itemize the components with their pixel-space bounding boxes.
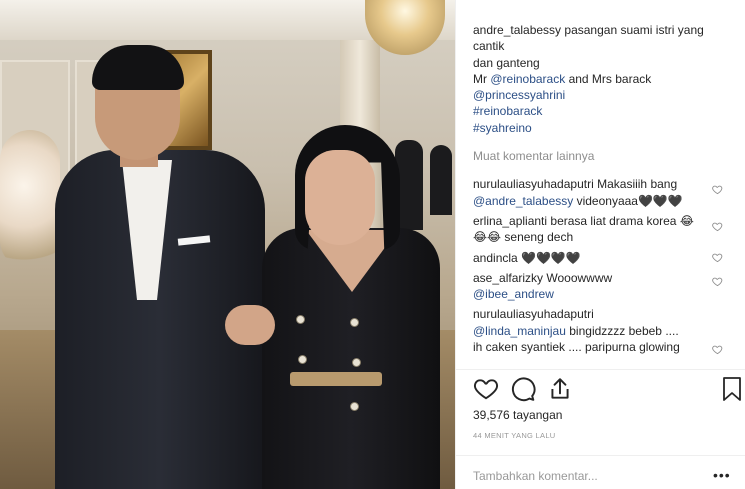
divider [456, 455, 745, 456]
comment-emoji: 🖤🖤🖤 [637, 193, 683, 208]
bookmark-icon[interactable] [721, 376, 743, 402]
dress-button [352, 358, 361, 367]
comment-item: erlina_aplianti berasa liat drama korea … [473, 213, 728, 246]
load-more-comments[interactable]: Muat komentar lainnya [473, 148, 728, 164]
post-video[interactable] [0, 0, 455, 489]
mention-link[interactable]: @princessyahrini [473, 88, 565, 102]
caption-username[interactable]: andre_talabessy [473, 23, 561, 37]
divider [456, 369, 745, 370]
hashtag-link[interactable]: #syahreino [473, 121, 532, 135]
comment-text: bingidzzzz bebeb .... [569, 323, 679, 338]
caption-text: Mr [473, 71, 487, 86]
caption-text: dan ganteng [473, 55, 540, 70]
comment-emoji: 🖤🖤🖤🖤 [521, 250, 581, 265]
gold-belt [290, 372, 382, 386]
mention-link[interactable]: @reinobarack [490, 72, 565, 86]
heart-icon[interactable] [712, 276, 723, 287]
comment-text: Wooowwww [546, 270, 613, 285]
view-count: 39,576 tayangan [473, 408, 563, 422]
heart-icon[interactable] [712, 344, 723, 355]
dress-button [296, 315, 305, 324]
post-caption: andre_talabessy pasangan suami istri yan… [473, 22, 728, 136]
action-bar [473, 376, 741, 402]
post-timestamp: 44 MENIT YANG LALU [473, 431, 556, 440]
dress-button [350, 318, 359, 327]
heart-icon[interactable] [712, 221, 723, 232]
comment-text: ih caken syantiek .... paripurna glowing [473, 340, 680, 355]
heart-icon[interactable] [712, 184, 723, 195]
more-options-button[interactable]: ••• [713, 468, 731, 482]
dress-button [350, 402, 359, 411]
hashtag-link[interactable]: #reinobarack [473, 104, 542, 118]
comment-username[interactable]: nurulauliasyuhadaputri [473, 307, 594, 321]
comment-username[interactable]: nurulauliasyuhadaputri [473, 177, 594, 191]
share-upload-icon[interactable] [547, 376, 573, 402]
comment-item: nurulauliasyuhadaputri Makasiiih bang @a… [473, 176, 728, 209]
comment-item: andincla 🖤🖤🖤🖤 [473, 250, 728, 266]
mention-link[interactable]: @linda_maninjau [473, 324, 566, 338]
comments-list[interactable]: andre_talabessy pasangan suami istri yan… [473, 22, 728, 368]
comment-text: videonyaaa [576, 193, 638, 208]
caption-text: and Mrs barack [568, 71, 652, 86]
comment-text: berasa liat drama korea [550, 213, 677, 228]
comment-username[interactable]: erlina_aplianti [473, 214, 547, 228]
flower-arrangement [0, 130, 60, 270]
mention-link[interactable]: @andre_talabessy [473, 194, 573, 208]
comment-text: seneng dech [504, 230, 574, 245]
add-comment-input[interactable] [473, 467, 693, 485]
comment-bubble-icon[interactable] [510, 376, 536, 402]
linked-arms [225, 305, 275, 345]
comment-item: nurulauliasyuhadaputri @linda_maninjau b… [473, 306, 728, 355]
comment-username[interactable]: ase_alfarizky [473, 271, 543, 285]
comment-username[interactable]: andincla [473, 251, 518, 265]
dress-button [298, 355, 307, 364]
woman-head [305, 150, 375, 245]
background-guest [430, 145, 452, 215]
comment-text: Makasiiih bang [597, 177, 678, 192]
mention-link[interactable]: @ibee_andrew [473, 287, 554, 301]
heart-outline-icon[interactable] [473, 376, 499, 402]
comment-item: ase_alfarizky Wooowwww @ibee_andrew [473, 270, 728, 303]
heart-icon[interactable] [712, 252, 723, 263]
post-details-panel: andre_talabessy pasangan suami istri yan… [455, 0, 745, 489]
